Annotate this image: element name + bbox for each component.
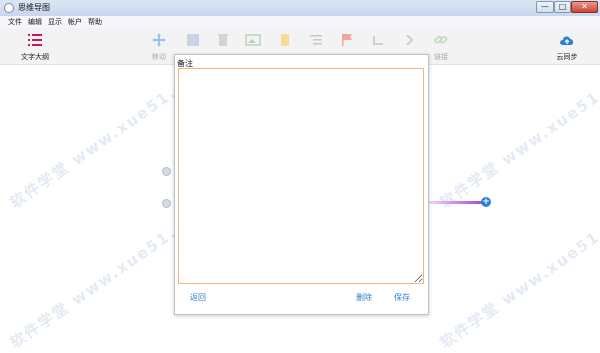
menu-edit[interactable]: 编辑	[28, 17, 42, 27]
cloud-upload-icon	[560, 36, 574, 45]
menu-help[interactable]: 帮助	[88, 17, 102, 27]
menu-view[interactable]: 显示	[48, 17, 62, 27]
watermark: 软件学堂 www.xue51.com	[436, 199, 600, 352]
redo-tool[interactable]	[396, 32, 422, 48]
menu-bar: 文件 编辑 显示 帐户 帮助	[0, 16, 600, 28]
back-button[interactable]: 返回	[190, 292, 206, 303]
trash-icon	[218, 34, 228, 46]
flag-tool[interactable]	[334, 32, 360, 48]
cloud-sync-button[interactable]: 云同步	[552, 32, 582, 62]
move-arrows-icon	[152, 33, 166, 47]
app-icon	[4, 3, 14, 13]
watermark: 软件学堂 www.xue51.com	[436, 59, 600, 212]
note-textarea[interactable]	[178, 68, 424, 284]
menu-account[interactable]: 帐户	[68, 17, 82, 27]
move-button[interactable]: 移动	[146, 32, 172, 62]
image-tool[interactable]	[180, 32, 206, 48]
menu-file[interactable]: 文件	[8, 17, 22, 27]
link-icon	[434, 35, 448, 44]
title-bar: 思维导图 — □ ✕	[0, 0, 600, 17]
list-tool[interactable]	[303, 32, 329, 48]
undo-tool[interactable]	[366, 32, 392, 48]
note-dialog: 备注 返回 删除 保存	[174, 54, 429, 315]
add-node-icon[interactable]: +	[481, 197, 491, 207]
collapse-node-handle[interactable]	[162, 199, 171, 208]
save-button[interactable]: 保存	[394, 292, 410, 303]
delete-button[interactable]: 删除	[356, 292, 372, 303]
outline-button[interactable]: 文字大纲	[20, 32, 50, 62]
list-icon	[310, 35, 322, 45]
collapse-node-handle[interactable]	[162, 167, 171, 176]
link-button[interactable]: 链接	[428, 32, 454, 62]
move-label: 移动	[152, 53, 166, 61]
close-button[interactable]: ✕	[571, 1, 598, 13]
undo-icon	[373, 36, 383, 45]
photo-tool[interactable]	[240, 32, 266, 48]
maximize-button[interactable]: □	[554, 1, 571, 13]
outline-label: 文字大纲	[21, 53, 49, 61]
note-icon	[281, 34, 289, 46]
delete-tool[interactable]	[210, 32, 236, 48]
photo-icon	[245, 34, 261, 46]
cloud-sync-label: 云同步	[556, 53, 578, 61]
link-label: 链接	[434, 53, 448, 61]
image-icon	[187, 34, 199, 46]
minimize-button[interactable]: —	[536, 1, 554, 13]
mindmap-branch-line	[428, 201, 482, 204]
flag-icon	[342, 34, 352, 46]
window-title: 思维导图	[18, 3, 50, 12]
outline-list-icon	[28, 34, 42, 46]
note-tool[interactable]	[272, 32, 298, 48]
redo-icon	[406, 34, 414, 46]
